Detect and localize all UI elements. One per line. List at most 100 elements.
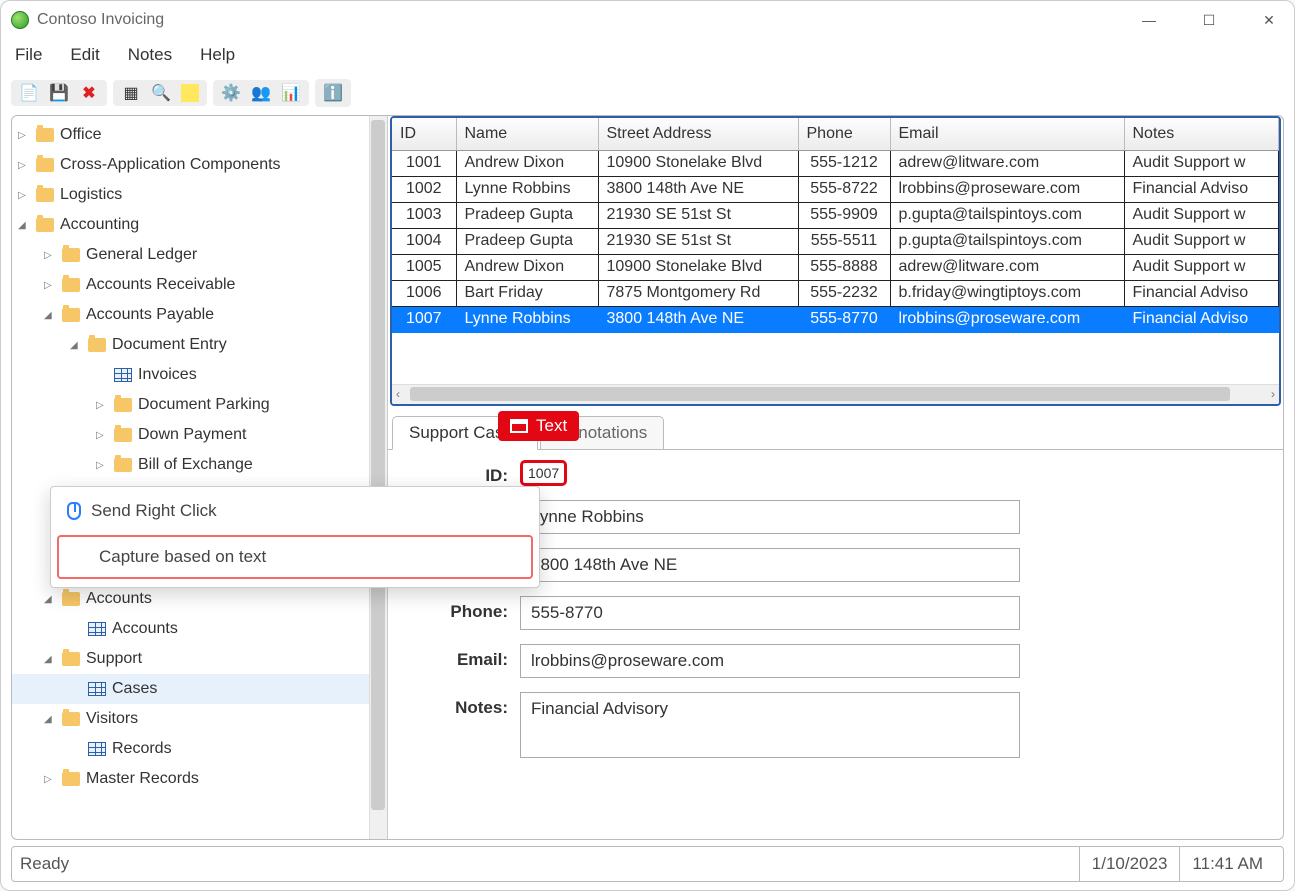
cell-id: 1003 <box>392 202 456 228</box>
tree-item-docentry[interactable]: ◢Document Entry <box>12 330 387 360</box>
tree-item-billex[interactable]: ▷Bill of Exchange <box>12 450 387 480</box>
table-row[interactable]: 1004Pradeep Gupta21930 SE 51st St555-551… <box>392 228 1279 254</box>
tree-item-docparking[interactable]: ▷Document Parking <box>12 390 387 420</box>
tab-strip: Support Cases Annotations Text <box>388 410 1283 450</box>
tree-pane: ▷Office ▷Cross-Application Components ▷L… <box>12 116 388 839</box>
tree-item-accounts[interactable]: ◢Accounts <box>12 584 387 614</box>
col-street[interactable]: Street Address <box>598 118 798 150</box>
cell-notes: Financial Adviso <box>1124 306 1279 332</box>
cell-street: 3800 148th Ave NE <box>598 306 798 332</box>
table-icon <box>88 742 106 756</box>
text-capture-badge[interactable]: Text <box>498 411 579 441</box>
label-phone: Phone: <box>408 596 508 622</box>
cell-id: 1002 <box>392 176 456 202</box>
table-row[interactable]: 1007Lynne Robbins3800 148th Ave NE555-87… <box>392 306 1279 332</box>
table-row[interactable]: 1001Andrew Dixon10900 Stonelake Blvd555-… <box>392 150 1279 176</box>
table-row[interactable]: 1002Lynne Robbins3800 148th Ave NE555-87… <box>392 176 1279 202</box>
menu-help[interactable]: Help <box>200 45 235 65</box>
table-row[interactable]: 1006Bart Friday7875 Montgomery Rd555-223… <box>392 280 1279 306</box>
tree-item-downpay[interactable]: ▷Down Payment <box>12 420 387 450</box>
tree-item-logistics[interactable]: ▷Logistics <box>12 180 387 210</box>
col-phone[interactable]: Phone <box>798 118 890 150</box>
cell-name: Pradeep Gupta <box>456 228 598 254</box>
folder-icon <box>62 772 80 786</box>
close-button[interactable]: ✕ <box>1254 12 1284 29</box>
col-notes[interactable]: Notes <box>1124 118 1279 150</box>
cell-notes: Financial Adviso <box>1124 176 1279 202</box>
save-icon[interactable]: 💾 <box>49 83 69 103</box>
folder-icon <box>36 188 54 202</box>
table-row[interactable]: 1003Pradeep Gupta21930 SE 51st St555-990… <box>392 202 1279 228</box>
ctx-send-right-click[interactable]: Send Right Click <box>51 491 539 531</box>
search-icon[interactable]: 🔍 <box>151 83 171 103</box>
cell-email: p.gupta@tailspintoys.com <box>890 202 1124 228</box>
cell-street: 3800 148th Ave NE <box>598 176 798 202</box>
menu-notes[interactable]: Notes <box>128 45 172 65</box>
menu-file[interactable]: File <box>15 45 42 65</box>
tree-item-ap[interactable]: ◢Accounts Payable <box>12 300 387 330</box>
folder-icon <box>62 712 80 726</box>
table-icon <box>114 368 132 382</box>
users-icon[interactable]: 👥 <box>251 83 271 103</box>
tree-item-records[interactable]: Records <box>12 734 387 764</box>
new-icon[interactable]: 📄 <box>19 83 39 103</box>
grid-icon[interactable]: ▦ <box>121 83 141 103</box>
tree-item-accounting[interactable]: ◢Accounting <box>12 210 387 240</box>
cell-notes: Financial Adviso <box>1124 280 1279 306</box>
cell-email: adrew@litware.com <box>890 254 1124 280</box>
field-address[interactable]: 3800 148th Ave NE <box>520 548 1020 582</box>
tree-item-visitors[interactable]: ◢Visitors <box>12 704 387 734</box>
info-icon[interactable]: ℹ️ <box>323 83 343 103</box>
window-rect-icon <box>510 419 528 433</box>
note-icon[interactable] <box>181 84 199 102</box>
col-email[interactable]: Email <box>890 118 1124 150</box>
table-icon <box>88 622 106 636</box>
field-name[interactable]: Lynne Robbins <box>520 500 1020 534</box>
tree-item-master[interactable]: ▷Master Records <box>12 764 387 794</box>
cell-street: 21930 SE 51st St <box>598 202 798 228</box>
menu-bar: File Edit Notes Help <box>1 39 1294 75</box>
gear-icon[interactable]: ⚙️ <box>221 83 241 103</box>
cell-phone: 555-1212 <box>798 150 890 176</box>
tree-item-cases[interactable]: Cases <box>12 674 387 704</box>
tree-item-cross[interactable]: ▷Cross-Application Components <box>12 150 387 180</box>
field-phone[interactable]: 555-8770 <box>520 596 1020 630</box>
cell-phone: 555-8722 <box>798 176 890 202</box>
cell-notes: Audit Support w <box>1124 202 1279 228</box>
export-excel-icon[interactable]: 📊 <box>281 83 301 103</box>
delete-icon[interactable]: ✖ <box>79 83 99 103</box>
tree-item-accounts-table[interactable]: Accounts <box>12 614 387 644</box>
cell-email: lrobbins@proseware.com <box>890 176 1124 202</box>
tree-item-ar[interactable]: ▷Accounts Receivable <box>12 270 387 300</box>
maximize-button[interactable]: ☐ <box>1194 12 1224 29</box>
field-id-highlighted[interactable]: 1007 <box>520 460 567 486</box>
col-name[interactable]: Name <box>456 118 598 150</box>
folder-icon <box>36 158 54 172</box>
table-hscrollbar[interactable]: ‹ › <box>392 384 1279 404</box>
table-row[interactable]: 1005Andrew Dixon10900 Stonelake Blvd555-… <box>392 254 1279 280</box>
ctx-capture-text[interactable]: Capture based on text <box>57 535 533 579</box>
tree-scroll[interactable]: ▷Office ▷Cross-Application Components ▷L… <box>12 116 387 839</box>
tree-item-support[interactable]: ◢Support <box>12 644 387 674</box>
label-email: Email: <box>408 644 508 670</box>
tree-scrollbar[interactable] <box>369 116 387 839</box>
data-table[interactable]: ID Name Street Address Phone Email Notes… <box>392 118 1279 333</box>
folder-icon <box>62 248 80 262</box>
cell-email: lrobbins@proseware.com <box>890 306 1124 332</box>
cell-email: p.gupta@tailspintoys.com <box>890 228 1124 254</box>
menu-edit[interactable]: Edit <box>70 45 99 65</box>
col-id[interactable]: ID <box>392 118 456 150</box>
cell-street: 21930 SE 51st St <box>598 228 798 254</box>
cell-street: 7875 Montgomery Rd <box>598 280 798 306</box>
cell-id: 1001 <box>392 150 456 176</box>
tree-item-invoices[interactable]: Invoices <box>12 360 387 390</box>
field-email[interactable]: lrobbins@proseware.com <box>520 644 1020 678</box>
tree-item-office[interactable]: ▷Office <box>12 120 387 150</box>
toolbar: 📄 💾 ✖ ▦ 🔍 ⚙️ 👥 📊 ℹ️ <box>1 75 1294 115</box>
label-notes: Notes: <box>408 692 508 718</box>
field-notes[interactable]: Financial Advisory <box>520 692 1020 758</box>
cell-name: Lynne Robbins <box>456 176 598 202</box>
cell-id: 1005 <box>392 254 456 280</box>
tree-item-gl[interactable]: ▷General Ledger <box>12 240 387 270</box>
minimize-button[interactable]: — <box>1134 12 1164 29</box>
